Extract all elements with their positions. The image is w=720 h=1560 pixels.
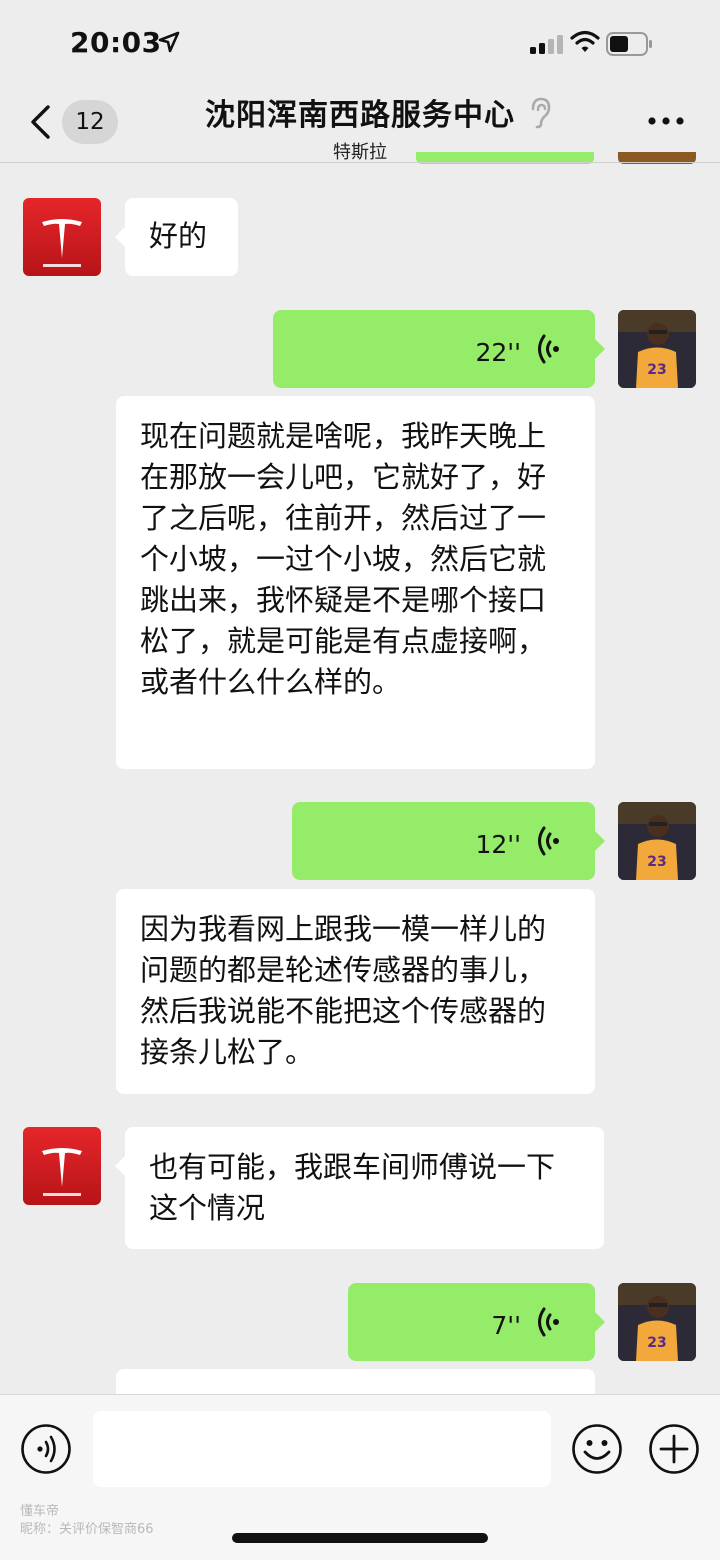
message-bubble[interactable]: 也有可能，我跟车间师傅说一下这个情况 bbox=[115, 1127, 604, 1249]
chevron-left-icon[interactable] bbox=[28, 104, 52, 140]
svg-text:23: 23 bbox=[647, 362, 666, 378]
plus-icon[interactable] bbox=[648, 1423, 700, 1475]
svg-text:23: 23 bbox=[647, 1335, 666, 1351]
tesla-logo-icon bbox=[42, 1148, 82, 1196]
message-bubble[interactable]: 好的 bbox=[115, 198, 238, 276]
chat-header: 12 沈阳浑南西路服务中心 特斯拉 bbox=[0, 88, 720, 164]
chat-input-bar: 懂车帝 昵称：关评价保智商66 bbox=[0, 1394, 720, 1560]
transcript-text: 因为我看网上跟我一模一样儿的问题的都是轮述传感器的事儿，然后我说能不能把这个传感… bbox=[140, 912, 547, 1069]
tesla-avatar[interactable] bbox=[23, 1127, 101, 1205]
emoji-icon[interactable] bbox=[571, 1423, 623, 1475]
status-bar: 20:03 bbox=[0, 0, 720, 88]
tesla-logo-icon bbox=[42, 219, 82, 267]
cellular-signal-icon bbox=[530, 35, 563, 54]
message-input[interactable] bbox=[93, 1411, 551, 1487]
message-text: 好的 bbox=[149, 219, 208, 253]
voice-wave-icon bbox=[538, 826, 559, 856]
message-text: 也有可能，我跟车间师傅说一下这个情况 bbox=[149, 1150, 556, 1225]
chat-title: 沈阳浑南西路服务中心 bbox=[205, 98, 515, 133]
header-divider bbox=[0, 162, 720, 163]
user-avatar-picture: 23 bbox=[618, 802, 696, 880]
user-avatar[interactable]: 23 bbox=[618, 1283, 696, 1361]
voice-message-bubble[interactable]: 12'' bbox=[292, 802, 605, 880]
voice-input-icon[interactable] bbox=[20, 1423, 72, 1475]
voice-duration: 12'' bbox=[475, 830, 521, 859]
watermark-nickname: 昵称：关评价保智商66 bbox=[20, 1522, 154, 1537]
battery-icon bbox=[606, 32, 652, 56]
wifi-icon bbox=[570, 30, 600, 52]
voice-transcript-bubble[interactable]: 因为我看网上跟我一模一样儿的问题的都是轮述传感器的事儿，然后我说能不能把这个传感… bbox=[116, 889, 595, 1094]
more-dots-icon[interactable] bbox=[648, 116, 684, 126]
voice-duration: 7'' bbox=[491, 1311, 521, 1340]
unread-count-badge[interactable]: 12 bbox=[62, 100, 118, 144]
status-time: 20:03 bbox=[70, 26, 162, 59]
voice-transcript-bubble[interactable]: 现在问题就是啥呢，我昨天晚上在那放一会儿吧，它就好了，好了之后呢，往前开，然后过… bbox=[116, 396, 595, 769]
voice-wave-icon bbox=[538, 334, 559, 364]
transcript-text: 现在问题就是啥呢，我昨天晚上在那放一会儿吧，它就好了，好了之后呢，往前开，然后过… bbox=[140, 419, 547, 699]
voice-wave-icon bbox=[538, 1307, 559, 1337]
user-avatar[interactable]: 23 bbox=[618, 802, 696, 880]
svg-text:23: 23 bbox=[647, 854, 666, 870]
user-avatar-picture: 23 bbox=[618, 310, 696, 388]
tesla-avatar[interactable] bbox=[23, 198, 101, 276]
watermark: 懂车帝 昵称：关评价保智商66 bbox=[20, 1503, 154, 1539]
voice-message-bubble[interactable]: 7'' bbox=[348, 1283, 605, 1361]
user-avatar-picture: 23 bbox=[618, 1283, 696, 1361]
location-arrow-icon bbox=[158, 31, 180, 53]
user-avatar[interactable]: 23 bbox=[618, 310, 696, 388]
watermark-brand: 懂车帝 bbox=[20, 1504, 60, 1519]
voice-message-bubble[interactable]: 22'' bbox=[273, 310, 605, 388]
ear-icon bbox=[531, 97, 551, 129]
home-indicator[interactable] bbox=[232, 1533, 488, 1543]
voice-duration: 22'' bbox=[475, 338, 521, 367]
